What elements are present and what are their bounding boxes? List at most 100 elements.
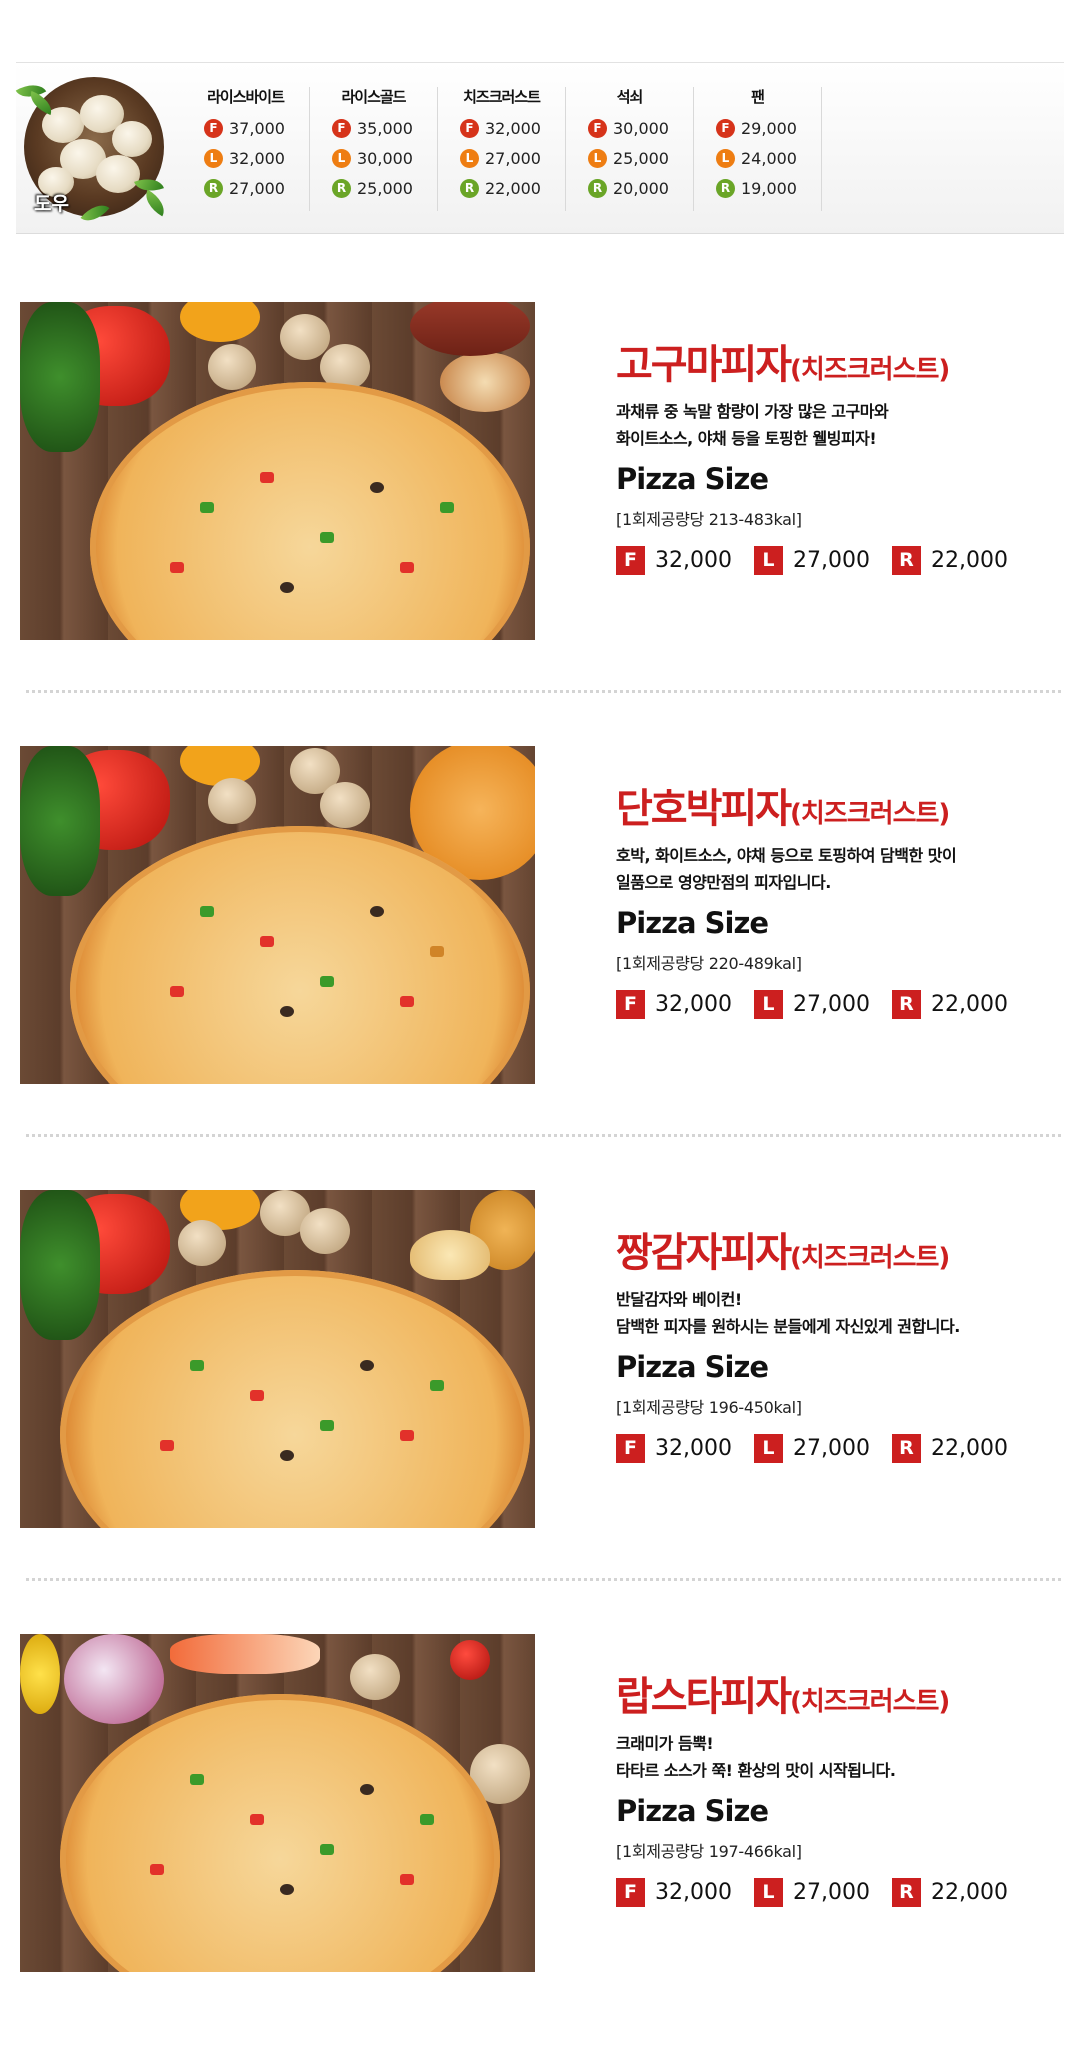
description-line: 화이트소스, 야채 등을 토핑한 웰빙피자! (616, 429, 877, 448)
price-value: 35,000 (357, 118, 413, 138)
dough-price-row: F 32,000 (438, 113, 565, 143)
price-item: L 27,000 (753, 1434, 870, 1463)
dough-column-pan: 팬 F 29,000 L 24,000 R 19,000 (694, 87, 822, 211)
price-value: 37,000 (229, 118, 285, 138)
price-value: 27,000 (229, 178, 285, 198)
pizza-info: 고구마피자(치즈크러스트) 과채류 중 녹말 함량이 가장 많은 고구마와 화이… (616, 332, 1056, 575)
calorie-info: [1회제공량당 197-466kal] (616, 1842, 802, 1861)
section-divider (26, 690, 1061, 693)
size-heading: Pizza Size (616, 1794, 769, 1828)
dough-price-row: L 25,000 (566, 143, 693, 173)
calorie-info: [1회제공량당 213-483kal] (616, 510, 802, 529)
price-value: 22,000 (930, 1880, 1008, 1905)
price-item: F 32,000 (616, 990, 732, 1019)
size-r-badge: R (891, 990, 921, 1019)
size-heading: Pizza Size (616, 462, 769, 496)
section-divider (26, 1134, 1061, 1137)
price-item: R 22,000 (891, 546, 1008, 575)
price-item: R 22,000 (891, 1878, 1008, 1907)
price-item: R 22,000 (891, 1434, 1008, 1463)
pizza-title: 고구마피자(치즈크러스트) (616, 332, 1056, 388)
price-value: 32,000 (655, 992, 732, 1017)
price-item: L 27,000 (753, 546, 870, 575)
pizza-crust: (치즈크러스트) (790, 355, 950, 385)
price-value: 25,000 (357, 178, 413, 198)
description-line: 호박, 화이트소스, 야채 등으로 토핑하여 담백한 맛이 (616, 846, 957, 865)
size-l-badge: L (753, 990, 783, 1019)
size-l-badge: L (332, 148, 351, 168)
price-value: 29,000 (741, 118, 797, 138)
description-line: 타타르 소스가 쭉! 환상의 맛이 시작됩니다. (616, 1761, 896, 1780)
price-row: F 32,000 L 27,000 R 22,000 (616, 990, 1056, 1019)
dough-price-row: L 30,000 (310, 143, 437, 173)
price-value: 27,000 (485, 148, 541, 168)
price-value: 27,000 (792, 1436, 870, 1461)
dough-name: 석쇠 (616, 88, 644, 106)
dough-column-rice-bite: 라이스바이트 F 37,000 L 32,000 R 27,000 (182, 87, 310, 211)
dough-name: 치즈크러스트 (463, 88, 541, 106)
price-value: 32,000 (229, 148, 285, 168)
pizza-title: 단호박피자(치즈크러스트) (616, 776, 1056, 832)
pizza-name: 고구마피자 (616, 342, 792, 388)
dough-column-cheese-crust: 치즈크러스트 F 32,000 L 27,000 R 22,000 (438, 87, 566, 211)
pizza-item-sweet-potato: 고구마피자(치즈크러스트) 과채류 중 녹말 함량이 가장 많은 고구마와 화이… (0, 302, 1079, 642)
size-r-badge: R (891, 546, 921, 575)
price-value: 24,000 (741, 148, 797, 168)
description-line: 크래미가 듬뿍! (616, 1734, 714, 1753)
section-divider (26, 1578, 1061, 1581)
dough-name: 라이스바이트 (207, 88, 285, 106)
description-line: 일품으로 영양만점의 피자입니다. (616, 873, 831, 892)
size-l-badge: L (460, 148, 479, 168)
dough-price-row: L 24,000 (694, 143, 821, 173)
description-line: 반달감자와 베이컨! (616, 1290, 742, 1309)
dough-price-row: R 22,000 (438, 173, 565, 203)
price-value: 22,000 (930, 1436, 1008, 1461)
price-item: F 32,000 (616, 546, 732, 575)
price-value: 30,000 (613, 118, 669, 138)
size-l-badge: L (204, 148, 223, 168)
size-r-badge: R (204, 178, 223, 198)
size-r-badge: R (588, 178, 607, 198)
dough-name: 팬 (751, 88, 765, 106)
dough-price-row: R 27,000 (182, 173, 309, 203)
price-value: 27,000 (792, 548, 870, 573)
calorie-info: [1회제공량당 220-489kal] (616, 954, 802, 973)
dough-price-row: R 19,000 (694, 173, 821, 203)
pizza-info: 랍스타피자(치즈크러스트) 크래미가 듬뿍! 타타르 소스가 쭉! 환상의 맛이… (616, 1664, 1056, 1907)
price-value: 27,000 (792, 992, 870, 1017)
dough-price-row: L 27,000 (438, 143, 565, 173)
size-l-badge: L (716, 148, 735, 168)
pizza-name: 단호박피자 (616, 786, 792, 832)
calorie-info: [1회제공량당 196-450kal] (616, 1398, 802, 1417)
price-value: 32,000 (655, 548, 732, 573)
price-row: F 32,000 L 27,000 R 22,000 (616, 546, 1056, 575)
pizza-description: 반달감자와 베이컨! 담백한 피자를 원하시는 분들에게 자신있게 권합니다. (616, 1286, 1056, 1340)
size-f-badge: F (460, 118, 479, 138)
size-f-badge: F (616, 990, 645, 1019)
price-value: 32,000 (655, 1436, 732, 1461)
dough-label: 도우 (34, 193, 69, 215)
size-l-badge: L (753, 546, 783, 575)
size-r-badge: R (460, 178, 479, 198)
price-value: 20,000 (613, 178, 669, 198)
size-r-badge: R (891, 1878, 921, 1907)
price-value: 30,000 (357, 148, 413, 168)
pizza-description: 과채류 중 녹말 함량이 가장 많은 고구마와 화이트소스, 야채 등을 토핑한… (616, 398, 1056, 452)
pizza-item-potato: 짱감자피자(치즈크러스트) 반달감자와 베이컨! 담백한 피자를 원하시는 분들… (0, 1190, 1079, 1530)
size-l-badge: L (588, 148, 607, 168)
size-l-badge: L (753, 1434, 783, 1463)
size-f-badge: F (616, 546, 645, 575)
dough-price-row: F 30,000 (566, 113, 693, 143)
size-heading: Pizza Size (616, 1350, 769, 1384)
price-row: F 32,000 L 27,000 R 22,000 (616, 1434, 1056, 1463)
description-line: 담백한 피자를 원하시는 분들에게 자신있게 권합니다. (616, 1317, 960, 1336)
dough-image: 도우 (15, 77, 171, 229)
size-f-badge: F (616, 1434, 645, 1463)
pizza-name: 랍스타피자 (616, 1674, 792, 1720)
size-f-badge: F (716, 118, 735, 138)
size-f-badge: F (204, 118, 223, 138)
pizza-crust: (치즈크러스트) (790, 1687, 950, 1717)
price-value: 22,000 (930, 992, 1008, 1017)
price-value: 22,000 (930, 548, 1008, 573)
price-item: L 27,000 (753, 1878, 870, 1907)
